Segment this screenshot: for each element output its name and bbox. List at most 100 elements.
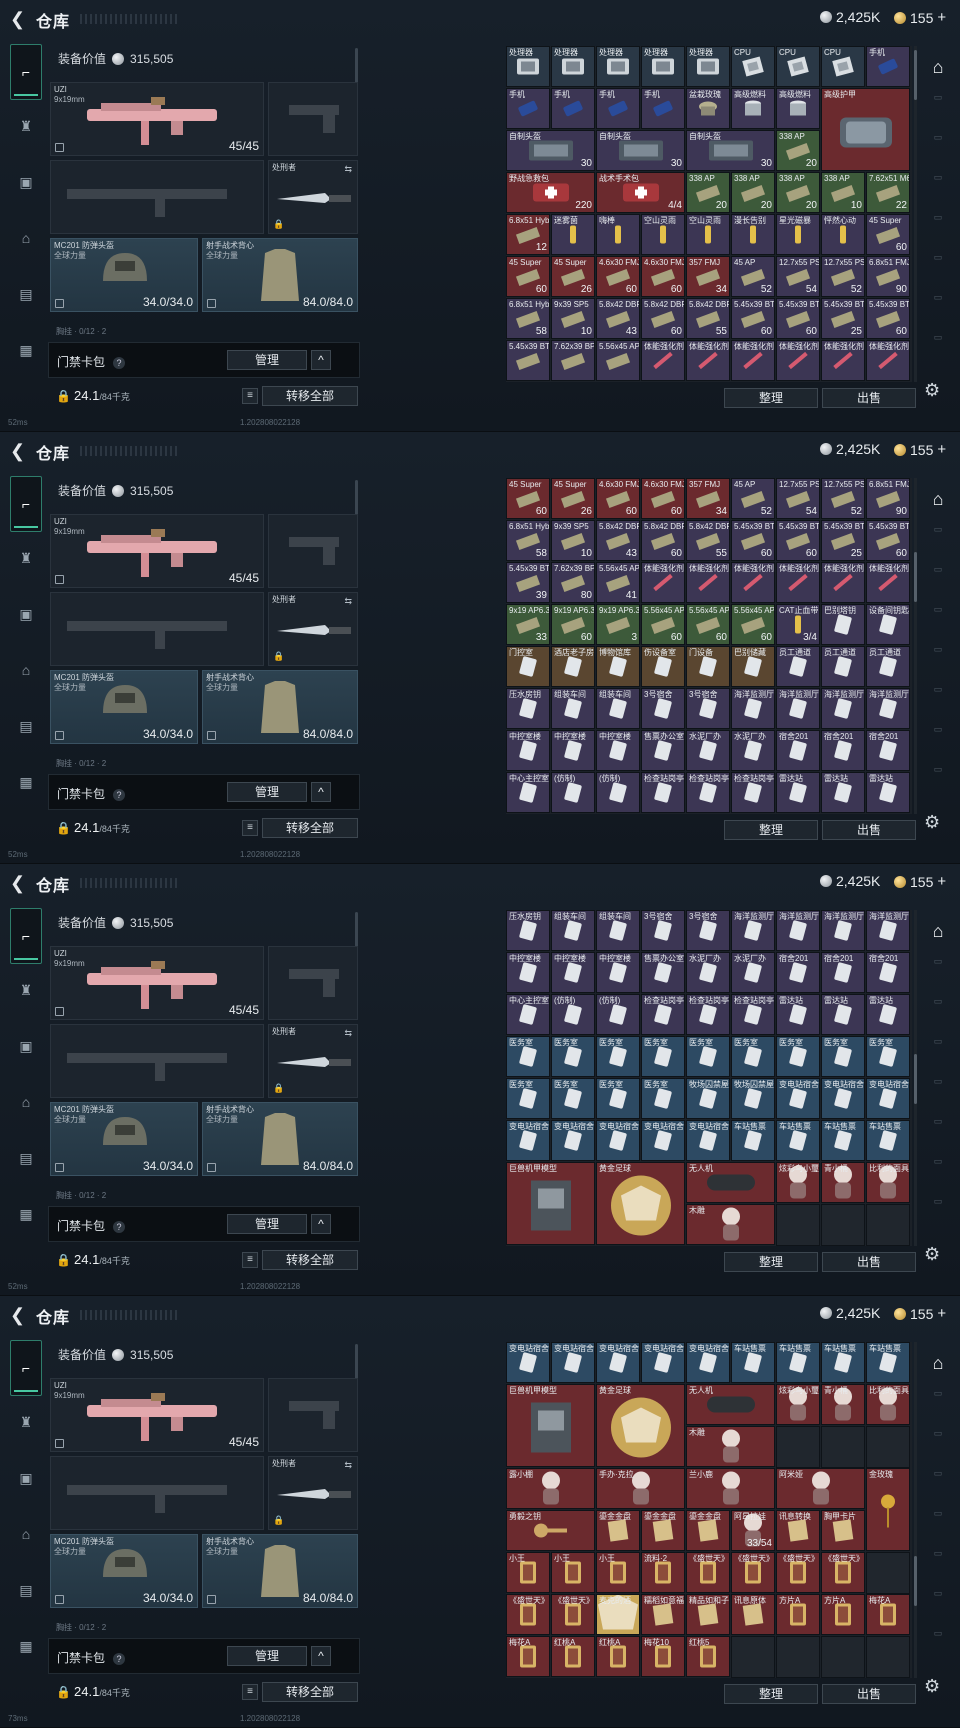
item-tile[interactable]: 变电站宿舍 — [776, 1078, 820, 1119]
weapon-tab-icon[interactable]: ⌐ — [10, 1340, 42, 1396]
item-tile[interactable]: 海洋监测厅 — [866, 688, 910, 729]
item-tile[interactable]: 海洋监测厅 — [731, 910, 775, 951]
item-tile[interactable]: 小王 — [551, 1552, 595, 1593]
item-tile[interactable]: 宿舍201 — [776, 730, 820, 771]
item-tile[interactable]: 宿舍201 — [866, 952, 910, 993]
lock-icon[interactable]: 🔒 — [56, 1685, 71, 1699]
item-tile[interactable]: 体能强化剂 — [776, 562, 820, 603]
empty-cell[interactable] — [776, 1204, 820, 1246]
item-tile[interactable]: (仿制) — [551, 772, 595, 813]
item-tile[interactable]: 雷达站 — [866, 772, 910, 813]
item-tile[interactable]: 组装车间 — [596, 910, 640, 951]
item-tile[interactable]: 无人机 — [686, 1384, 775, 1425]
item-tile[interactable]: 宿舍201 — [821, 730, 865, 771]
item-tile[interactable]: 门控室 — [506, 646, 550, 687]
item-tile[interactable]: 357 FMJ 34 — [686, 478, 730, 519]
item-tile[interactable]: 变电站宿舍 — [821, 1078, 865, 1119]
container-tab-icon[interactable]: ▭ — [926, 92, 950, 112]
item-tile[interactable]: 空山灵雨 — [686, 214, 730, 255]
item-tile[interactable]: 变电站宿舍 — [686, 1120, 730, 1161]
item-tile[interactable]: 车站售票 — [731, 1342, 775, 1383]
item-tile[interactable]: 4.6x30 FMJ 60 — [641, 256, 685, 297]
case-tab-icon[interactable]: ▤ — [12, 712, 40, 740]
item-tile[interactable]: 体能强化剂 — [731, 562, 775, 603]
item-tile[interactable]: 糯稻如意福 — [641, 1594, 685, 1635]
sell-button[interactable]: 出售 — [822, 388, 916, 408]
container-tab-icon[interactable]: ▭ — [926, 1588, 950, 1608]
item-tile[interactable]: 红桃A — [551, 1636, 595, 1677]
item-tile[interactable]: 处理器 — [596, 46, 640, 87]
weapon-tab-icon[interactable]: ⌐ — [10, 476, 42, 532]
item-tile[interactable]: 巨兽机甲模型 — [506, 1384, 595, 1467]
item-tile[interactable]: 梅花10 — [641, 1636, 685, 1677]
item-tile[interactable]: 怦然心动 — [821, 214, 865, 255]
item-tile[interactable]: 体能强化剂 — [776, 340, 820, 381]
warehouse-tab-icon[interactable]: ⌂ — [922, 484, 954, 514]
manage-button[interactable]: 管理 — [227, 1646, 307, 1666]
item-tile[interactable]: CPU — [821, 46, 865, 87]
warehouse-tab-icon[interactable]: ⌂ — [922, 1348, 954, 1378]
item-tile[interactable]: 中控室楼 — [506, 730, 550, 771]
item-tile[interactable]: 车站售票 — [821, 1120, 865, 1161]
item-tile[interactable]: 无人机 — [686, 1162, 775, 1203]
item-tile[interactable]: 338 AP 20 — [731, 172, 775, 213]
item-tile[interactable]: 高级燃料 — [731, 88, 775, 129]
item-tile[interactable]: 野战急救包 220 — [506, 172, 595, 213]
item-tile[interactable]: 6.8x51 Hybrid 58 — [506, 520, 550, 561]
toolbox-tab-icon[interactable]: ▦ — [12, 1632, 40, 1660]
melee-slot[interactable]: 处刑者 ⇆ 🔒 — [268, 160, 358, 234]
helmet-slot[interactable]: MC201 防弹头盔 全球力量 34.0/34.0 — [50, 238, 198, 312]
case-tab-icon[interactable]: ▤ — [12, 1576, 40, 1604]
item-tile[interactable]: 雷达站 — [821, 772, 865, 813]
sort-button[interactable]: 整理 — [724, 388, 818, 408]
item-tile[interactable]: 水泥厂办 — [731, 952, 775, 993]
item-tile[interactable]: 5.8x42 DBP10 60 — [641, 298, 685, 339]
expand-icon[interactable] — [207, 1595, 216, 1604]
item-tile[interactable]: 宿舍201 — [821, 952, 865, 993]
item-tile[interactable]: 9x19 AP6.3 33 — [506, 604, 550, 645]
grid-scrollbar[interactable] — [914, 478, 917, 814]
item-tile[interactable]: 中控室楼 — [551, 730, 595, 771]
item-tile[interactable]: 45 Super 60 — [506, 256, 550, 297]
item-tile[interactable]: 讯息原体 — [731, 1594, 775, 1635]
empty-cell[interactable] — [866, 1636, 910, 1678]
item-tile[interactable]: 金玫瑰 — [866, 1468, 910, 1551]
bag-tab-icon[interactable]: ⌂ — [12, 1520, 40, 1548]
item-tile[interactable]: 体能强化剂 — [821, 340, 865, 381]
item-tile[interactable]: 医务室 — [506, 1036, 550, 1077]
add-currency-button[interactable]: + — [937, 441, 946, 458]
item-tile[interactable]: 5.45x39 BT 60 — [776, 298, 820, 339]
empty-cell[interactable] — [866, 1552, 910, 1594]
item-tile[interactable]: 车站售票 — [866, 1120, 910, 1161]
item-tile[interactable]: 手机 — [596, 88, 640, 129]
add-currency-button[interactable]: + — [937, 873, 946, 890]
primary-weapon-slot[interactable]: UZI 9x19mm 45/45 — [50, 82, 264, 156]
container-tab-icon[interactable]: ▭ — [926, 764, 950, 784]
item-tile[interactable]: 检查站岗亭 — [641, 772, 685, 813]
sort-button[interactable]: 整理 — [724, 1252, 818, 1272]
transfer-all-button[interactable]: 转移全部 — [262, 1250, 358, 1270]
item-tile[interactable]: 检查站岗亭 — [686, 994, 730, 1035]
armor-slot[interactable]: 射手战术背心 全球力量 84.0/84.0 — [202, 238, 358, 312]
item-tile[interactable]: 木雕 — [686, 1426, 775, 1467]
item-tile[interactable]: 水泥厂办 — [731, 730, 775, 771]
container-tab-icon[interactable]: ▭ — [926, 332, 950, 352]
chevron-up-icon[interactable]: ^ — [311, 782, 331, 802]
primary-weapon-slot[interactable]: UZI 9x19mm 45/45 — [50, 1378, 264, 1452]
item-tile[interactable]: 变电站宿舍 — [596, 1342, 640, 1383]
item-tile[interactable]: 处理器 — [686, 46, 730, 87]
expand-icon[interactable] — [207, 299, 216, 308]
expand-icon[interactable] — [55, 731, 64, 740]
item-tile[interactable]: 处理器 — [506, 46, 550, 87]
sell-button[interactable]: 出售 — [822, 820, 916, 840]
item-tile[interactable]: 鎏金金盘 — [641, 1510, 685, 1551]
toolbox-tab-icon[interactable]: ▦ — [12, 768, 40, 796]
item-tile[interactable]: 5.56x45 AP — [596, 340, 640, 381]
item-tile[interactable]: 手办·克拉 — [596, 1468, 685, 1509]
item-tile[interactable]: 5.45x39 BT 25 — [821, 520, 865, 561]
item-tile[interactable]: 12.7x55 PS12 52 — [821, 478, 865, 519]
empty-cell[interactable] — [821, 1204, 865, 1246]
armor-slot[interactable]: 射手战术背心 全球力量 84.0/84.0 — [202, 1534, 358, 1608]
list-view-icon[interactable]: ≡ — [242, 820, 258, 836]
expand-icon[interactable] — [55, 1163, 64, 1172]
